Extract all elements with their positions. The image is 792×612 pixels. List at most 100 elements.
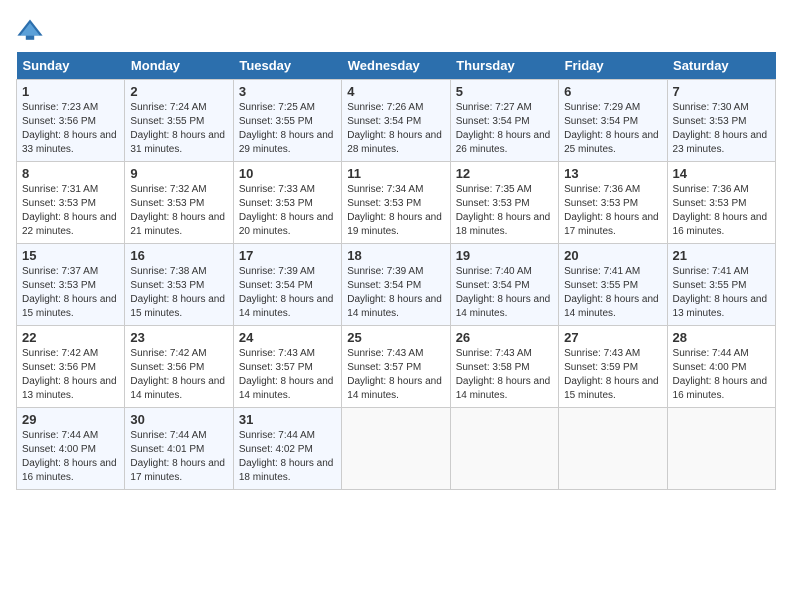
calendar-cell: 29 Sunrise: 7:44 AMSunset: 4:00 PMDayligh… <box>17 408 125 490</box>
calendar-cell: 31 Sunrise: 7:44 AMSunset: 4:02 PMDayligh… <box>233 408 341 490</box>
calendar-week-row-4: 22 Sunrise: 7:42 AMSunset: 3:56 PMDayligh… <box>17 326 776 408</box>
day-info: Sunrise: 7:34 AMSunset: 3:53 PMDaylight:… <box>347 184 442 237</box>
calendar-cell: 15 Sunrise: 7:37 AMSunset: 3:53 PMDayligh… <box>17 244 125 326</box>
calendar-cell: 6Sunrise: 7:29 AMSunset: 3:54 PMDaylight… <box>559 80 667 162</box>
calendar-week-row-3: 15 Sunrise: 7:37 AMSunset: 3:53 PMDayligh… <box>17 244 776 326</box>
day-number: 14 <box>673 166 770 181</box>
calendar-cell: 21Sunrise: 7:41 AMSunset: 3:55 PMDayligh… <box>667 244 775 326</box>
day-number: 25 <box>347 330 444 345</box>
calendar-cell: 4 Sunrise: 7:26 AMSunset: 3:54 PMDaylight… <box>342 80 450 162</box>
day-info: Sunrise: 7:35 AMSunset: 3:53 PMDaylight:… <box>456 184 551 237</box>
day-info: Sunrise: 7:37 AMSunset: 3:53 PMDaylight:… <box>22 266 117 319</box>
day-info: Sunrise: 7:39 AMSunset: 3:54 PMDaylight:… <box>347 266 442 319</box>
day-number: 26 <box>456 330 553 345</box>
day-number: 15 <box>22 248 119 263</box>
day-info: Sunrise: 7:36 AMSunset: 3:53 PMDaylight:… <box>564 184 659 237</box>
day-number: 3 <box>239 84 336 99</box>
calendar-cell <box>450 408 558 490</box>
day-info: Sunrise: 7:33 AMSunset: 3:53 PMDaylight:… <box>239 184 334 237</box>
calendar-week-row-1: 1 Sunrise: 7:23 AMSunset: 3:56 PMDaylight… <box>17 80 776 162</box>
day-info: Sunrise: 7:44 AMSunset: 4:02 PMDaylight:… <box>239 430 334 483</box>
day-number: 10 <box>239 166 336 181</box>
calendar-cell: 28 Sunrise: 7:44 AMSunset: 4:00 PMDayligh… <box>667 326 775 408</box>
calendar-week-row-2: 8 Sunrise: 7:31 AMSunset: 3:53 PMDaylight… <box>17 162 776 244</box>
calendar-cell: 10 Sunrise: 7:33 AMSunset: 3:53 PMDayligh… <box>233 162 341 244</box>
day-info: Sunrise: 7:43 AMSunset: 3:58 PMDaylight:… <box>456 348 551 401</box>
day-info: Sunrise: 7:39 AMSunset: 3:54 PMDaylight:… <box>239 266 334 319</box>
day-number: 29 <box>22 412 119 427</box>
day-info: Sunrise: 7:40 AMSunset: 3:54 PMDaylight:… <box>456 266 551 319</box>
calendar-cell: 7 Sunrise: 7:30 AMSunset: 3:53 PMDaylight… <box>667 80 775 162</box>
day-number: 5 <box>456 84 553 99</box>
day-number: 27 <box>564 330 661 345</box>
calendar-cell: 11 Sunrise: 7:34 AMSunset: 3:53 PMDayligh… <box>342 162 450 244</box>
calendar-cell: 13 Sunrise: 7:36 AMSunset: 3:53 PMDayligh… <box>559 162 667 244</box>
day-number: 11 <box>347 166 444 181</box>
day-info: Sunrise: 7:26 AMSunset: 3:54 PMDaylight:… <box>347 102 442 155</box>
day-number: 18 <box>347 248 444 263</box>
day-number: 17 <box>239 248 336 263</box>
day-info: Sunrise: 7:41 AMSunset: 3:55 PMDaylight:… <box>673 266 768 319</box>
weekday-header-row: SundayMondayTuesdayWednesdayThursdayFrid… <box>17 52 776 80</box>
calendar-cell <box>667 408 775 490</box>
day-number: 9 <box>130 166 227 181</box>
day-info: Sunrise: 7:36 AMSunset: 3:53 PMDaylight:… <box>673 184 768 237</box>
calendar-cell: 24 Sunrise: 7:43 AMSunset: 3:57 PMDayligh… <box>233 326 341 408</box>
weekday-header-monday: Monday <box>125 52 233 80</box>
calendar-cell: 20Sunrise: 7:41 AMSunset: 3:55 PMDayligh… <box>559 244 667 326</box>
logo <box>16 16 48 44</box>
calendar-table: SundayMondayTuesdayWednesdayThursdayFrid… <box>16 52 776 490</box>
day-info: Sunrise: 7:23 AMSunset: 3:56 PMDaylight:… <box>22 102 117 155</box>
day-number: 24 <box>239 330 336 345</box>
weekday-header-friday: Friday <box>559 52 667 80</box>
day-number: 28 <box>673 330 770 345</box>
day-info: Sunrise: 7:38 AMSunset: 3:53 PMDaylight:… <box>130 266 225 319</box>
day-number: 19 <box>456 248 553 263</box>
day-number: 30 <box>130 412 227 427</box>
calendar-cell: 1 Sunrise: 7:23 AMSunset: 3:56 PMDaylight… <box>17 80 125 162</box>
day-number: 22 <box>22 330 119 345</box>
day-number: 23 <box>130 330 227 345</box>
calendar-cell: 12Sunrise: 7:35 AMSunset: 3:53 PMDayligh… <box>450 162 558 244</box>
weekday-header-wednesday: Wednesday <box>342 52 450 80</box>
day-number: 6 <box>564 84 661 99</box>
day-number: 31 <box>239 412 336 427</box>
calendar-cell: 18 Sunrise: 7:39 AMSunset: 3:54 PMDayligh… <box>342 244 450 326</box>
day-info: Sunrise: 7:44 AMSunset: 4:00 PMDaylight:… <box>673 348 768 401</box>
day-info: Sunrise: 7:24 AMSunset: 3:55 PMDaylight:… <box>130 102 225 155</box>
day-info: Sunrise: 7:27 AMSunset: 3:54 PMDaylight:… <box>456 102 551 155</box>
day-info: Sunrise: 7:43 AMSunset: 3:59 PMDaylight:… <box>564 348 659 401</box>
calendar-cell: 23 Sunrise: 7:42 AMSunset: 3:56 PMDayligh… <box>125 326 233 408</box>
calendar-cell <box>559 408 667 490</box>
calendar-cell: 8 Sunrise: 7:31 AMSunset: 3:53 PMDaylight… <box>17 162 125 244</box>
logo-icon <box>16 16 44 44</box>
calendar-cell: 2Sunrise: 7:24 AMSunset: 3:55 PMDaylight… <box>125 80 233 162</box>
calendar-cell: 3 Sunrise: 7:25 AMSunset: 3:55 PMDaylight… <box>233 80 341 162</box>
calendar-cell: 14 Sunrise: 7:36 AMSunset: 3:53 PMDayligh… <box>667 162 775 244</box>
day-info: Sunrise: 7:42 AMSunset: 3:56 PMDaylight:… <box>130 348 225 401</box>
day-number: 13 <box>564 166 661 181</box>
calendar-cell: 19 Sunrise: 7:40 AMSunset: 3:54 PMDayligh… <box>450 244 558 326</box>
day-info: Sunrise: 7:41 AMSunset: 3:55 PMDaylight:… <box>564 266 659 319</box>
day-info: Sunrise: 7:25 AMSunset: 3:55 PMDaylight:… <box>239 102 334 155</box>
weekday-header-sunday: Sunday <box>17 52 125 80</box>
weekday-header-tuesday: Tuesday <box>233 52 341 80</box>
page-header <box>16 16 776 44</box>
day-number: 1 <box>22 84 119 99</box>
day-info: Sunrise: 7:30 AMSunset: 3:53 PMDaylight:… <box>673 102 768 155</box>
day-info: Sunrise: 7:43 AMSunset: 3:57 PMDaylight:… <box>239 348 334 401</box>
calendar-cell: 30Sunrise: 7:44 AMSunset: 4:01 PMDayligh… <box>125 408 233 490</box>
calendar-cell: 27 Sunrise: 7:43 AMSunset: 3:59 PMDayligh… <box>559 326 667 408</box>
calendar-cell: 26 Sunrise: 7:43 AMSunset: 3:58 PMDayligh… <box>450 326 558 408</box>
calendar-week-row-5: 29 Sunrise: 7:44 AMSunset: 4:00 PMDayligh… <box>17 408 776 490</box>
day-number: 7 <box>673 84 770 99</box>
calendar-cell: 17 Sunrise: 7:39 AMSunset: 3:54 PMDayligh… <box>233 244 341 326</box>
calendar-cell: 16Sunrise: 7:38 AMSunset: 3:53 PMDayligh… <box>125 244 233 326</box>
day-info: Sunrise: 7:43 AMSunset: 3:57 PMDaylight:… <box>347 348 442 401</box>
day-info: Sunrise: 7:42 AMSunset: 3:56 PMDaylight:… <box>22 348 117 401</box>
day-number: 8 <box>22 166 119 181</box>
day-info: Sunrise: 7:44 AMSunset: 4:00 PMDaylight:… <box>22 430 117 483</box>
day-number: 4 <box>347 84 444 99</box>
day-info: Sunrise: 7:31 AMSunset: 3:53 PMDaylight:… <box>22 184 117 237</box>
calendar-cell: 22 Sunrise: 7:42 AMSunset: 3:56 PMDayligh… <box>17 326 125 408</box>
